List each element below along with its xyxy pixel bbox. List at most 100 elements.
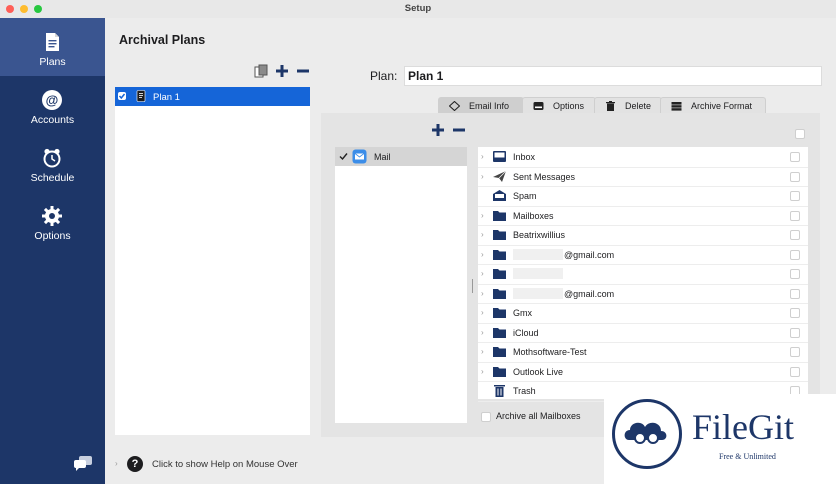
window-title: Setup <box>404 3 432 14</box>
folder-icon <box>493 230 506 240</box>
plan-row[interactable]: Plan 1 <box>115 87 310 106</box>
mailbox-row[interactable]: › @gmail.com <box>478 245 808 265</box>
mailbox-checkbox[interactable] <box>790 171 800 182</box>
mailbox-row[interactable]: › Gmx <box>478 303 808 324</box>
mailbox-label: Spam <box>513 191 537 201</box>
tab-options[interactable]: Options <box>522 97 596 114</box>
checkmark-icon[interactable] <box>339 152 348 161</box>
svg-text:@: @ <box>46 93 59 108</box>
chevron-right-icon[interactable]: › <box>481 308 484 317</box>
redacted-text <box>513 268 563 279</box>
folder-icon <box>493 366 506 377</box>
split-divider-handle[interactable] <box>472 279 473 293</box>
archive-box-icon <box>671 102 682 111</box>
mailbox-checkbox[interactable] <box>790 249 800 260</box>
tab-label: Email Info <box>469 101 510 111</box>
mailbox-label: @gmail.com <box>564 249 615 260</box>
add-account-button[interactable] <box>431 123 445 137</box>
mailbox-row[interactable]: › Beatrixwillius <box>478 225 808 246</box>
chevron-right-icon[interactable]: › <box>481 328 484 337</box>
sidebar-item-label: Schedule <box>30 172 75 184</box>
plan-checkbox[interactable] <box>118 92 126 100</box>
sidebar-item-options[interactable]: Options <box>0 192 105 250</box>
mailbox-row[interactable]: › Inbox <box>478 147 808 168</box>
chevron-right-icon[interactable]: › <box>481 269 484 278</box>
tab-label: Archive Format <box>691 101 753 111</box>
mailbox-row[interactable]: › Outlook Live <box>478 362 808 382</box>
mailbox-row[interactable]: Spam <box>478 186 808 207</box>
mailbox-checkbox[interactable] <box>790 288 800 299</box>
sidebar-item-accounts[interactable]: @ Accounts <box>0 76 105 134</box>
checkmark-icon <box>118 93 126 100</box>
mailbox-label: Mailboxes <box>513 210 554 221</box>
sidebar: Plans @ Accounts Schedule Options <box>0 18 105 484</box>
mailbox-label: Gmx <box>513 308 532 318</box>
mailbox-label: @gmail.com <box>564 288 615 299</box>
folder-icon <box>493 327 506 338</box>
account-row[interactable]: Mail <box>335 147 467 166</box>
chevron-right-icon[interactable]: › <box>481 211 484 220</box>
chevron-right-icon[interactable]: › <box>481 347 484 356</box>
archive-all-checkbox[interactable] <box>481 412 491 422</box>
clock-icon <box>43 148 61 168</box>
trash-icon <box>606 101 615 111</box>
mailbox-checkbox[interactable] <box>790 347 800 357</box>
mailbox-checkbox[interactable] <box>790 230 800 240</box>
mailbox-row[interactable]: › @gmail.com <box>478 284 808 304</box>
mailbox-row[interactable]: › Mothsoftware-Test <box>478 342 808 363</box>
mail-app-icon <box>352 149 367 164</box>
mailbox-checkbox[interactable] <box>790 269 800 279</box>
duplicate-icon[interactable] <box>254 64 268 78</box>
help-icon[interactable]: ? <box>127 456 143 472</box>
chevron-right-icon[interactable]: › <box>481 250 484 259</box>
page-title: Archival Plans <box>119 33 206 47</box>
watermark-logo-icon <box>612 399 682 469</box>
sidebar-item-label: Options <box>34 230 71 242</box>
mailbox-checkbox[interactable] <box>790 308 800 318</box>
mailbox-label: Inbox <box>513 152 536 162</box>
sidebar-item-label: Accounts <box>30 114 75 126</box>
mailbox-checkbox[interactable] <box>790 210 800 221</box>
account-list: Mail <box>335 147 467 423</box>
folder-icon <box>493 210 506 221</box>
account-label: Mail <box>374 152 391 162</box>
add-plan-button[interactable] <box>275 64 289 78</box>
folder-icon <box>493 249 506 260</box>
chevron-right-icon[interactable]: › <box>481 152 484 161</box>
feedback-icon[interactable] <box>73 455 93 471</box>
chevron-right-icon[interactable]: › <box>481 367 484 376</box>
chevron-right-icon[interactable]: › <box>481 230 484 239</box>
mailbox-checkbox[interactable] <box>790 327 800 338</box>
mailbox-checkbox[interactable] <box>790 152 800 162</box>
mailbox-row[interactable]: › <box>478 264 808 285</box>
folder-icon <box>493 269 506 279</box>
remove-plan-button[interactable] <box>296 64 310 78</box>
mailbox-row[interactable]: › iCloud <box>478 323 808 343</box>
tab-delete[interactable]: Delete <box>594 97 662 114</box>
mailbox-row[interactable]: › Mailboxes <box>478 206 808 226</box>
mailbox-row[interactable]: › Sent Messages <box>478 167 808 187</box>
tab-label: Options <box>553 101 585 111</box>
trash-icon <box>494 385 505 397</box>
plan-name-field[interactable]: Plan 1 <box>404 66 822 86</box>
plan-name-value: Plan 1 <box>408 69 444 83</box>
chevron-right-icon[interactable]: › <box>481 289 484 298</box>
sidebar-item-plans[interactable]: Plans <box>0 18 105 76</box>
paper-plane-icon <box>493 170 507 182</box>
at-icon: @ <box>42 90 62 110</box>
cloud-icon <box>624 422 667 444</box>
mailbox-checkbox[interactable] <box>790 366 800 377</box>
select-all-checkbox[interactable] <box>795 129 805 139</box>
sidebar-item-schedule[interactable]: Schedule <box>0 134 105 192</box>
remove-account-button[interactable] <box>452 123 466 137</box>
tab-email-info[interactable]: Email Info <box>438 97 524 114</box>
plan-name-label: Plan 1 <box>153 92 180 103</box>
tab-archive-format[interactable]: Archive Format <box>660 97 766 114</box>
mailbox-checkbox[interactable] <box>790 191 800 201</box>
drive-icon <box>533 102 544 110</box>
window-titlebar: Setup <box>0 0 836 19</box>
chevron-right-icon[interactable]: › <box>481 172 484 181</box>
chevron-right-icon[interactable]: › <box>115 459 118 468</box>
redacted-text <box>513 287 563 299</box>
mailbox-label: Outlook Live <box>513 366 564 377</box>
